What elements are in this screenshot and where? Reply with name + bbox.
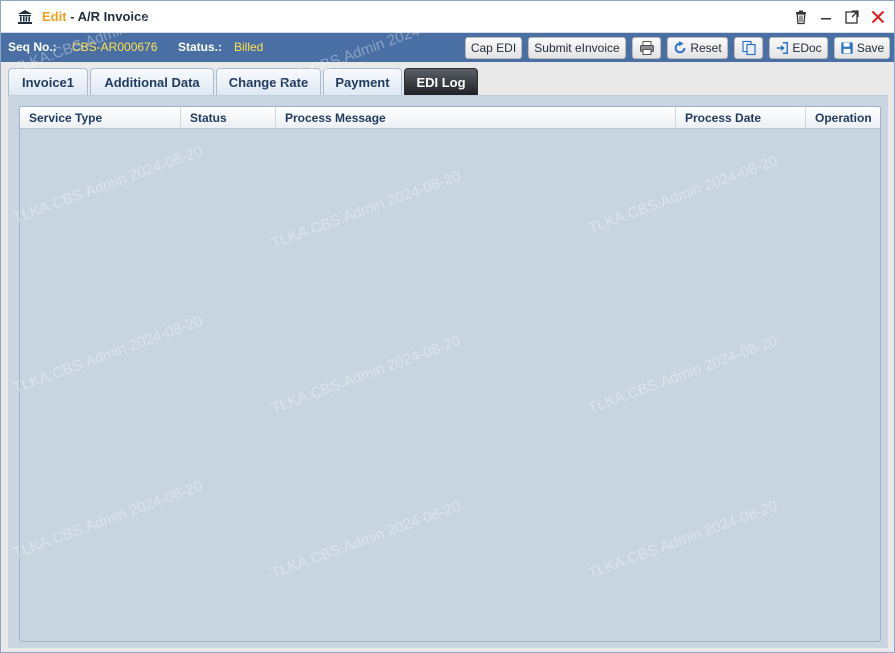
- edoc-button[interactable]: EDoc: [769, 37, 828, 59]
- save-button[interactable]: Save: [834, 37, 890, 59]
- submit-einvoice-label: Submit eInvoice: [534, 41, 620, 55]
- window-title: Edit - A/R Invoice: [42, 9, 148, 24]
- bank-icon: [17, 9, 33, 25]
- column-service-type[interactable]: Service Type: [20, 107, 181, 129]
- seq-no-value: CBS-AR000676: [72, 40, 158, 54]
- tab-edi-log[interactable]: EDI Log: [404, 68, 478, 95]
- print-button[interactable]: [632, 37, 661, 59]
- save-label: Save: [856, 41, 885, 55]
- maximize-icon[interactable]: [844, 9, 860, 25]
- column-status[interactable]: Status: [181, 107, 276, 129]
- title-bar: Edit - A/R Invoice: [1, 1, 894, 33]
- status-label: Status.:: [178, 40, 223, 54]
- tab-change-rate[interactable]: Change Rate: [216, 68, 321, 95]
- printer-icon: [639, 40, 655, 56]
- title-separator: -: [70, 9, 75, 24]
- minimize-icon[interactable]: [818, 9, 834, 25]
- copy-button[interactable]: [734, 37, 763, 59]
- reset-button[interactable]: Reset: [667, 37, 728, 59]
- column-process-date[interactable]: Process Date: [676, 107, 806, 129]
- trash-icon[interactable]: [793, 9, 809, 25]
- mode-label: Edit: [42, 9, 67, 24]
- tab-payment[interactable]: Payment: [323, 68, 402, 95]
- grid-header: Service Type Status Process Message Proc…: [20, 107, 880, 129]
- info-bar: Seq No.: CBS-AR000676 Status.: Billed Ca…: [1, 33, 894, 62]
- floppy-disk-icon: [840, 41, 854, 55]
- refresh-icon: [673, 41, 687, 55]
- tab-additional-data[interactable]: Additional Data: [90, 68, 214, 95]
- tab-invoice1[interactable]: Invoice1: [8, 68, 88, 95]
- reset-label: Reset: [690, 41, 722, 55]
- tab-bar: Invoice1 Additional Data Change Rate Pay…: [1, 62, 894, 95]
- page-title: A/R Invoice: [77, 9, 149, 24]
- close-icon[interactable]: [870, 9, 886, 25]
- edoc-label: EDoc: [792, 41, 822, 55]
- column-process-message[interactable]: Process Message: [276, 107, 676, 129]
- invoice-window: Edit - A/R Invoice Seq No.: CBS-AR000676…: [0, 0, 895, 653]
- sign-in-icon: [775, 41, 789, 55]
- cap-edi-button[interactable]: Cap EDI: [465, 37, 522, 59]
- copy-icon: [741, 40, 757, 56]
- status-value: Billed: [234, 40, 264, 54]
- seq-no-label: Seq No.:: [8, 40, 57, 54]
- cap-edi-label: Cap EDI: [470, 41, 517, 55]
- column-operation[interactable]: Operation: [806, 107, 880, 129]
- edi-log-panel: Service Type Status Process Message Proc…: [8, 95, 888, 648]
- submit-einvoice-button[interactable]: Submit eInvoice: [528, 37, 626, 59]
- edi-log-grid: Service Type Status Process Message Proc…: [19, 106, 881, 642]
